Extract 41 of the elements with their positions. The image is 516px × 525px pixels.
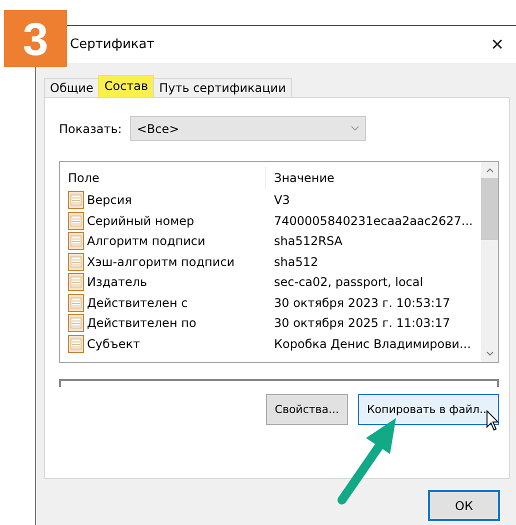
- document-icon: [68, 294, 84, 312]
- close-icon[interactable]: ✕: [486, 35, 508, 54]
- field-value[interactable]: sha512: [266, 254, 481, 269]
- show-label: Показать:: [59, 122, 122, 136]
- scroll-thumb[interactable]: [481, 178, 498, 240]
- field-value[interactable]: 7400005840231ecaa2aac2627...: [266, 214, 481, 228]
- chevron-icon: [350, 126, 359, 131]
- field-name[interactable]: Версия: [87, 193, 132, 208]
- tab[interactable]: Состав: [98, 75, 154, 97]
- field-name[interactable]: Действителен по: [87, 316, 196, 330]
- field-value[interactable]: V3: [266, 193, 481, 208]
- field-value[interactable]: sec-ca02, passport, local: [266, 275, 481, 290]
- document-icon: [68, 273, 84, 292]
- dialog-button[interactable]: Свойства...: [266, 394, 348, 425]
- column-header[interactable]: Значение: [266, 167, 481, 189]
- step-badge: 3: [4, 10, 67, 67]
- field-name[interactable]: Действителен с: [87, 296, 188, 310]
- document-icon: [68, 212, 84, 230]
- field-value[interactable]: 30 октября 2025 г. 11:03:17: [266, 316, 481, 330]
- window-title: Сертификат: [70, 37, 154, 52]
- field-value[interactable]: sha512RSA: [266, 234, 481, 248]
- column-header[interactable]: Поле: [60, 167, 266, 189]
- ok-button[interactable]: ОК: [428, 490, 500, 521]
- document-icon: [68, 334, 84, 353]
- field-name[interactable]: Издатель: [87, 275, 148, 290]
- show-dropdown[interactable]: <Все>: [130, 116, 366, 141]
- tab[interactable]: Путь сертификации: [153, 78, 292, 97]
- document-icon: [68, 252, 84, 271]
- document-icon: [68, 232, 84, 250]
- document-icon: [68, 314, 84, 332]
- field-value[interactable]: Коробка Денис Владимирови...: [266, 336, 481, 351]
- field-name[interactable]: Субъект: [87, 336, 140, 351]
- scrollbar[interactable]: [481, 162, 498, 362]
- tab[interactable]: Общие: [44, 78, 100, 97]
- field-name[interactable]: Серийный номер: [87, 214, 194, 228]
- field-value[interactable]: 30 октября 2023 г. 10:53:17: [266, 296, 481, 310]
- field-name[interactable]: Алгоритм подписи: [87, 234, 206, 248]
- dialog-button[interactable]: Копировать в файл...: [358, 394, 499, 425]
- arrow-icon: [338, 418, 396, 504]
- field-name[interactable]: Хэш-алгоритм подписи: [87, 254, 235, 269]
- document-icon: [68, 191, 84, 210]
